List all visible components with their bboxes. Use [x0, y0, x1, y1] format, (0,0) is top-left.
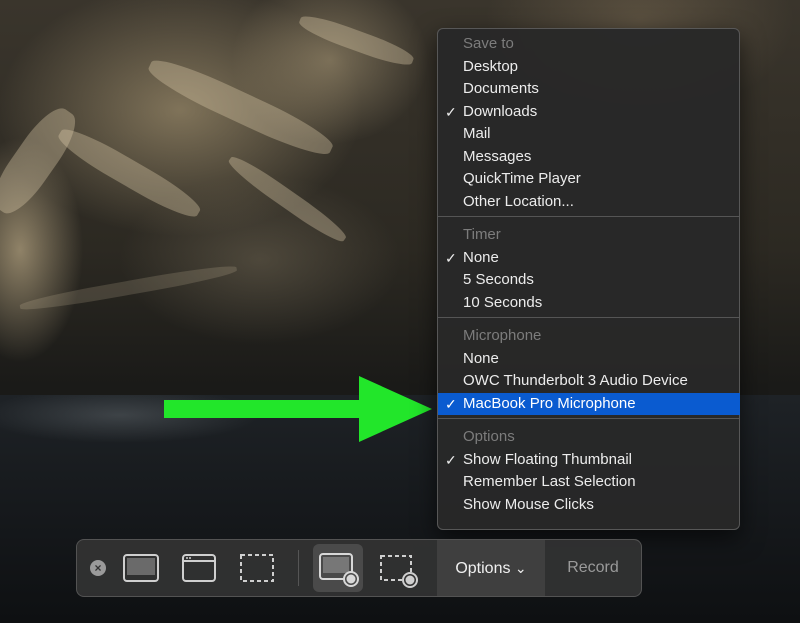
- record-selection-icon: [380, 555, 418, 588]
- capture-entire-screen-button[interactable]: [121, 548, 161, 588]
- rock-highlight: [53, 121, 206, 225]
- menu-item[interactable]: 10 Seconds: [438, 292, 739, 314]
- checkmark-icon: ✓: [445, 103, 457, 120]
- menu-item-label: 10 Seconds: [463, 293, 543, 311]
- options-menu[interactable]: Save to Desktop Documents ✓ Downloads Mail Mes…: [437, 28, 740, 530]
- menu-section-header: Timer: [438, 224, 739, 246]
- record-button[interactable]: Record: [545, 540, 641, 596]
- menu-item[interactable]: Desktop: [438, 56, 739, 78]
- record-entire-screen-icon: [319, 553, 359, 587]
- chevron-down-icon: ⌄: [514, 560, 527, 576]
- menu-item[interactable]: Mail: [438, 123, 739, 145]
- menu-item[interactable]: ✓ None: [438, 247, 739, 269]
- menu-item-label: 5 Seconds: [463, 271, 534, 288]
- capture-window-button[interactable]: [179, 548, 219, 588]
- menu-item-label: OWC Thunderbolt 3 Audio Device: [463, 372, 688, 389]
- menu-item-label: QuickTime Player: [463, 170, 581, 187]
- menu-item-label: Mail: [463, 125, 491, 142]
- menu-item[interactable]: QuickTime Player: [438, 168, 739, 190]
- menu-section-header-label: Options: [463, 428, 515, 445]
- options-label: Options: [455, 560, 511, 577]
- menu-separator: [438, 418, 739, 419]
- menu-item[interactable]: ✓ Downloads: [438, 101, 739, 123]
- menu-section-header-label: Save to: [463, 35, 514, 52]
- menu-item[interactable]: OWC Thunderbolt 3 Audio Device: [438, 370, 739, 392]
- close-icon[interactable]: ×: [90, 560, 106, 576]
- screenshot-toolbar: × Options ⌄ Record: [76, 539, 642, 597]
- menu-item[interactable]: ✓ MacBook Pro Microphone: [438, 392, 740, 415]
- menu-section-header-label: Timer: [463, 226, 501, 243]
- menu-section-header: Save to: [438, 33, 739, 55]
- rock-highlight: [296, 10, 417, 71]
- menu-section-header: Microphone: [438, 325, 739, 347]
- rock-highlight: [224, 151, 350, 247]
- checkmark-icon: ✓: [445, 249, 457, 266]
- menu-separator: [438, 317, 739, 318]
- record-selection-button[interactable]: [377, 548, 418, 588]
- checkmark-icon: ✓: [445, 451, 457, 468]
- rock-highlight: [18, 261, 238, 314]
- menu-item[interactable]: Show Mouse Clicks: [438, 494, 739, 516]
- rock-highlight: [0, 100, 86, 222]
- menu-item-label: Remember Last Selection: [463, 473, 636, 490]
- capture-selection-icon: [240, 554, 274, 582]
- capture-entire-screen-icon: [123, 554, 159, 582]
- checkmark-icon: ✓: [445, 395, 457, 412]
- menu-item-label: Show Floating Thumbnail: [463, 450, 632, 468]
- menu-item-label: Messages: [463, 147, 532, 165]
- menu-item-label: None: [463, 248, 499, 266]
- capture-selection-button[interactable]: [237, 548, 277, 588]
- annotation-arrow-icon: [164, 376, 432, 442]
- menu-item-label: Desktop: [463, 57, 519, 75]
- menu-item[interactable]: Documents: [438, 78, 739, 100]
- menu-item-label: None: [463, 349, 499, 367]
- record-entire-screen-button[interactable]: [313, 544, 363, 592]
- menu-item-label: Documents: [463, 80, 539, 97]
- options-button[interactable]: Options ⌄: [437, 540, 545, 596]
- record-label: Record: [567, 559, 619, 576]
- menu-item-label: Show Mouse Clicks: [463, 495, 594, 513]
- menu-item-label: Downloads: [463, 102, 538, 120]
- menu-item[interactable]: None: [438, 348, 739, 370]
- menu-item-label: MacBook Pro Microphone: [463, 394, 636, 412]
- capture-window-icon: [182, 554, 216, 582]
- menu-item[interactable]: 5 Seconds: [438, 269, 739, 291]
- rock-highlight: [143, 51, 338, 164]
- menu-section-header-label: Microphone: [463, 327, 542, 344]
- menu-item[interactable]: ✓ Show Floating Thumbnail: [438, 449, 739, 471]
- menu-item[interactable]: Other Location...: [438, 191, 739, 213]
- menu-item[interactable]: Remember Last Selection: [438, 471, 739, 493]
- menu-item[interactable]: Messages: [438, 146, 739, 168]
- menu-separator: [438, 216, 739, 217]
- menu-section-header: Options: [438, 426, 739, 448]
- toolbar-divider: [298, 550, 299, 586]
- menu-item-label: Other Location...: [463, 192, 574, 210]
